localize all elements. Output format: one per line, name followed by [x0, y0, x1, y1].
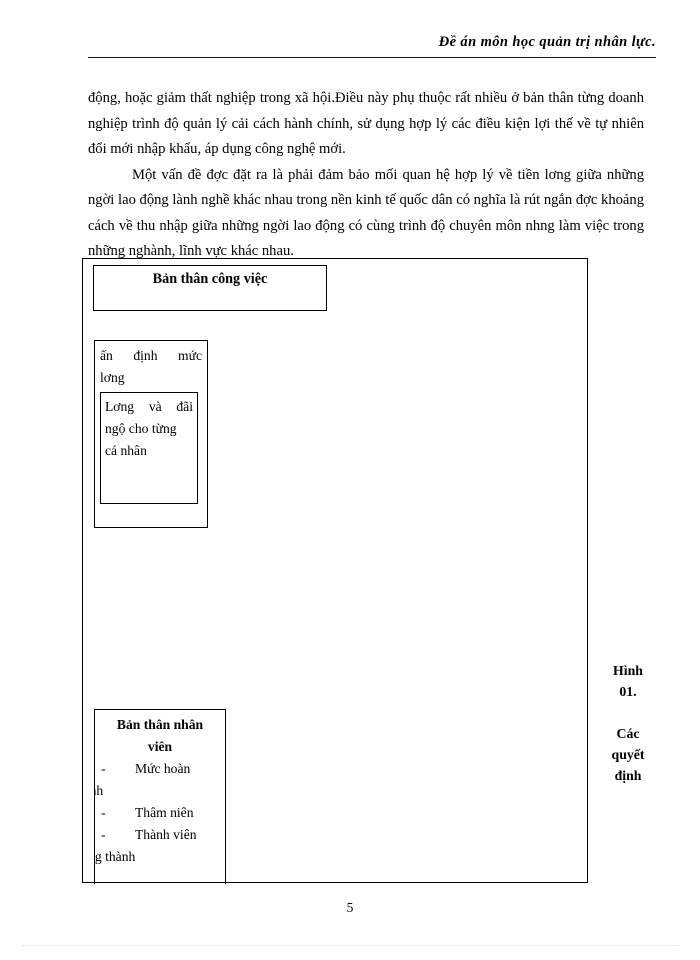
- list-item: - Thành viên: [101, 824, 219, 846]
- box-staff-item-3-wrap: trong thành: [94, 849, 136, 864]
- figure-caption-line-2: 01.: [619, 684, 637, 699]
- box-staff-item-1-wrap: thành: [95, 783, 104, 798]
- figure-outer-frame: Bản thân công việc ấn định mức lơng Lơng…: [82, 258, 588, 884]
- list-item: - Mức hoàn: [101, 758, 219, 780]
- paragraph-2: Một vấn đề đợc đặt ra là phải đảm bảo mố…: [88, 166, 644, 260]
- figure-caption-line-4: quyết: [611, 747, 645, 762]
- page-header: Đề án môn học quản trị nhân lực.: [88, 34, 656, 64]
- footer-divider: [22, 945, 678, 946]
- document-page: Đề án môn học quản trị nhân lực. động, h…: [0, 0, 700, 960]
- page-number: 5: [346, 900, 354, 915]
- box-pay-heading-line-1: ấn định mức: [100, 348, 202, 363]
- box-staff: Bản thân nhân viên - Mức hoàn thành - Th…: [94, 709, 226, 884]
- box-pay-inner-line-3: cá nhân: [105, 443, 147, 458]
- box-job-title: Bản thân công việc: [152, 271, 268, 287]
- box-staff-title-line-2: viên: [147, 739, 173, 754]
- box-pay-heading-line-2: lơng: [100, 370, 125, 385]
- figure-caption-line-1: Hình: [613, 663, 643, 678]
- header-divider: [88, 57, 656, 58]
- box-staff-item-1-label: Mức hoàn: [135, 761, 191, 776]
- box-job: Bản thân công việc: [93, 265, 327, 311]
- bullet-dash-icon: -: [101, 805, 106, 820]
- list-item: - Thâm niên: [101, 802, 219, 824]
- header-title: Đề án môn học quản trị nhân lực.: [438, 34, 656, 50]
- bullet-dash-icon: -: [101, 827, 106, 842]
- figure-caption-line-5: định: [614, 768, 642, 783]
- bullet-dash-icon: -: [101, 761, 106, 776]
- box-pay-inner-line-2: ngộ cho từng: [105, 421, 177, 436]
- paragraph-1: động, hoặc giảm thất nghiệp trong xã hội…: [88, 90, 644, 157]
- box-pay-setting: ấn định mức lơng Lơng và đãi ngộ cho từn…: [94, 340, 208, 528]
- box-staff-item-3-label: Thành viên: [135, 827, 197, 842]
- body-text: động, hoặc giảm thất nghiệp trong xã hội…: [88, 86, 644, 265]
- box-staff-title-line-1: Bản thân nhân: [116, 717, 204, 732]
- figure-caption: Hình 01. Các quyết định: [596, 660, 660, 786]
- figure-caption-line-3: Các: [616, 726, 640, 741]
- box-staff-item-2-label: Thâm niên: [135, 805, 194, 820]
- box-pay-inner: Lơng và đãi ngộ cho từng cá nhân: [100, 392, 198, 504]
- box-pay-inner-line-1: Lơng và đãi: [105, 399, 193, 414]
